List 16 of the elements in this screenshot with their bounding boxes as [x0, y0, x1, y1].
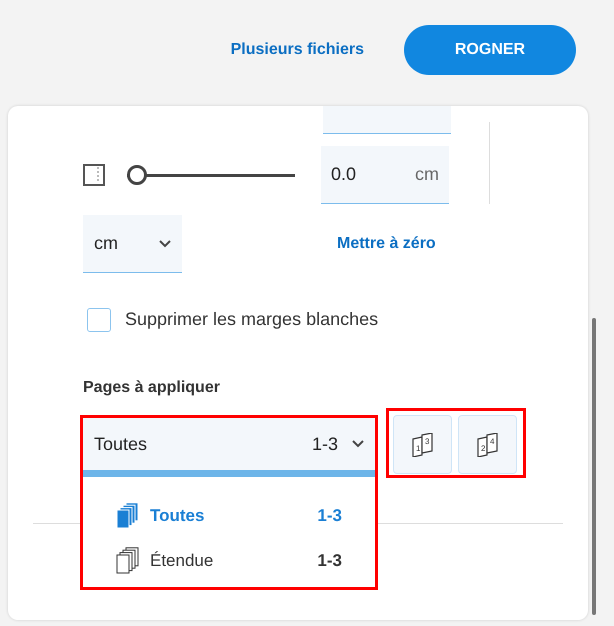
checkbox-label: Supprimer les marges blanches — [125, 308, 378, 331]
multiple-files-link[interactable]: Plusieurs fichiers — [230, 38, 364, 62]
page-order-button[interactable]: 2 4 — [458, 415, 517, 474]
unit-select[interactable]: cm — [83, 215, 182, 273]
crop-button[interactable]: ROGNER — [404, 25, 576, 75]
range-label: 1-3 — [317, 504, 342, 527]
section-label: Pages à appliquer — [82, 378, 221, 398]
unit-label: cm — [415, 163, 439, 186]
dropdown-option[interactable]: Étendue 1-3 — [83, 538, 375, 583]
dropdown-option[interactable]: Toutes 1-3 — [83, 493, 375, 538]
range-label: 1-3 — [312, 432, 338, 456]
pages-select[interactable]: Toutes 1-3 — [83, 418, 375, 477]
margin-input-field[interactable]: 0.0 cm — [321, 146, 449, 204]
page-order-button[interactable]: 1 3 — [393, 415, 452, 474]
reset-link[interactable]: Mettre à zéro — [337, 232, 436, 256]
range-label: 1-3 — [317, 550, 342, 572]
